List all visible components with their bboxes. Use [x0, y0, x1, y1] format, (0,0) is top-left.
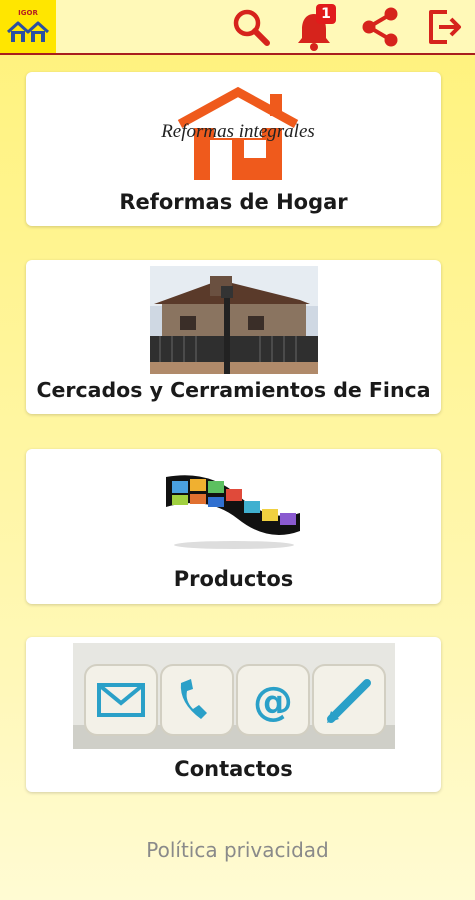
logout-button[interactable] — [420, 0, 470, 53]
house-fence-image — [150, 266, 318, 374]
menu-card-contactos[interactable]: @ Contactos — [26, 637, 441, 792]
share-button[interactable] — [352, 0, 408, 53]
app-toolbar: IGOR 1 — [0, 0, 475, 55]
svg-text:@: @ — [253, 679, 293, 725]
app-logo[interactable]: IGOR — [0, 0, 56, 53]
search-icon — [233, 9, 270, 46]
menu-card-reformas[interactable]: Reformas integrales Reformas de Hogar — [26, 72, 441, 226]
menu-card-label: Productos — [173, 567, 294, 591]
search-button[interactable] — [226, 0, 276, 53]
filmstrip-image — [166, 475, 300, 549]
menu-card-productos[interactable]: Productos — [26, 449, 441, 604]
notification-badge: 1 — [316, 4, 336, 24]
menu-card-cercados[interactable]: Cercados y Cerramientos de Finca — [26, 260, 441, 414]
privacy-policy-link[interactable]: Política privacidad — [0, 838, 475, 862]
share-icon — [362, 7, 398, 46]
contact-dice-image: @ — [73, 643, 395, 749]
reformas-logo-image: Reformas integrales — [160, 86, 315, 180]
logout-icon — [429, 9, 461, 44]
menu-card-label: Cercados y Cerramientos de Finca — [36, 378, 431, 402]
reformas-logo-text: Reformas integrales — [160, 121, 315, 142]
logo-houses-icon — [6, 21, 50, 42]
logo-text: IGOR — [18, 9, 38, 17]
notifications-button[interactable]: 1 — [292, 0, 348, 53]
menu-card-label: Contactos — [174, 757, 293, 781]
menu-card-label: Reformas de Hogar — [119, 190, 348, 214]
